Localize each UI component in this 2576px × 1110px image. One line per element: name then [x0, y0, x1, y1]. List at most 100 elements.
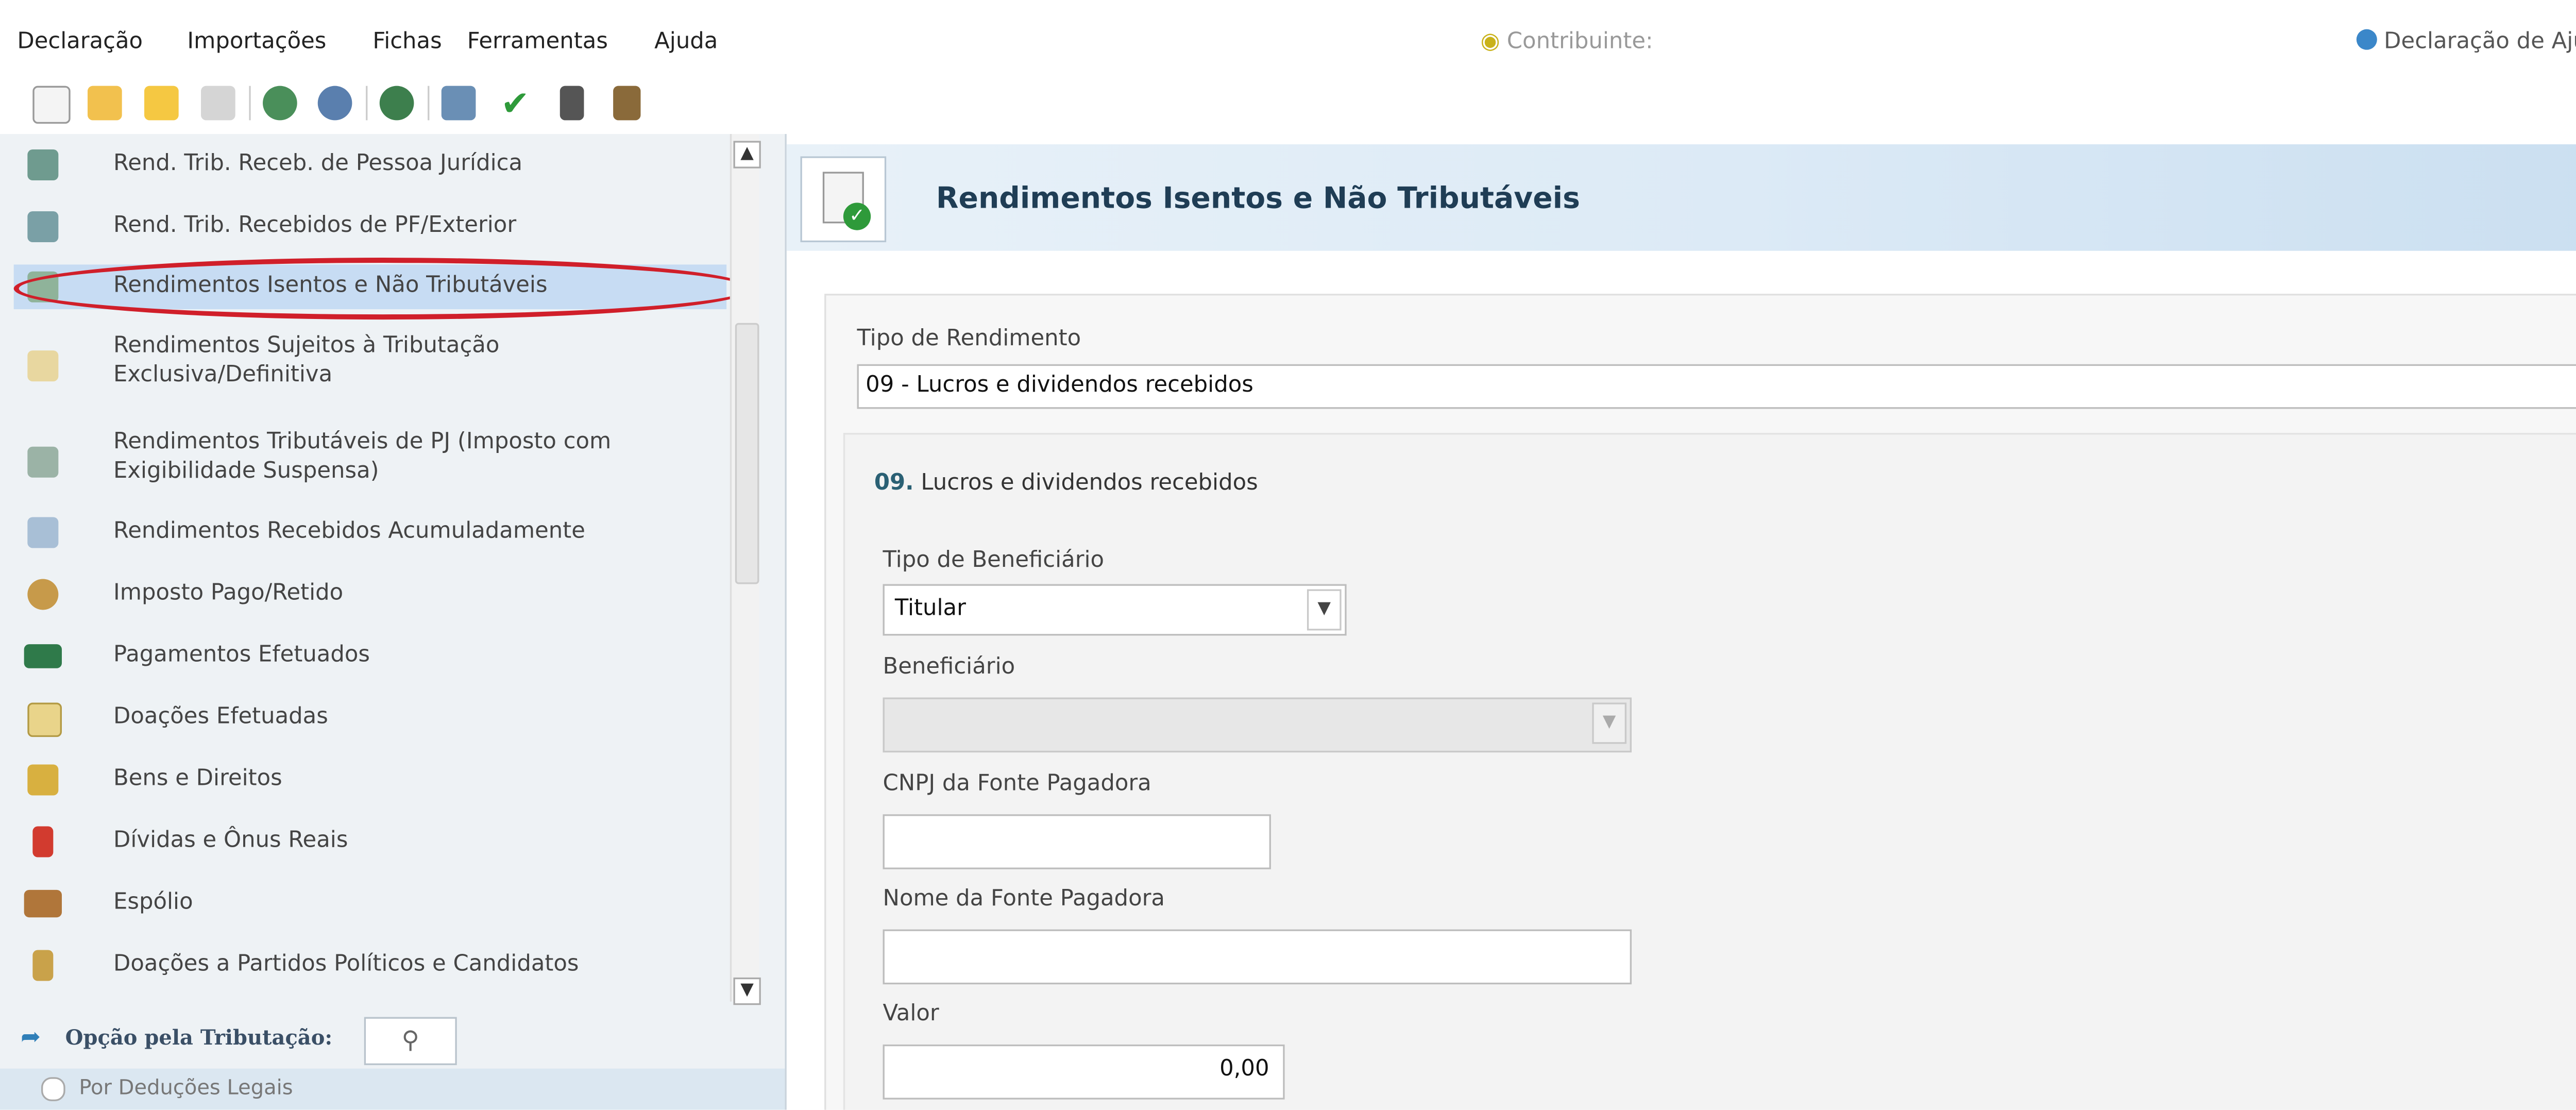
- valor-label: Valor: [883, 1001, 939, 1028]
- tax-option-bar: ➦ Opção pela Tributação: ⚲: [0, 1010, 785, 1069]
- scroll-up-icon[interactable]: ▲: [733, 141, 761, 169]
- search-icon[interactable]: ⚲: [364, 1017, 457, 1065]
- beneficiario-select: ▼: [883, 697, 1632, 753]
- sidebar-item-label: Pagamentos Efetuados: [113, 642, 370, 668]
- sidebar-item-label: Dívidas e Ônus Reais: [113, 828, 348, 854]
- tax-option-item[interactable]: Por Deduções Legais: [0, 1068, 785, 1110]
- contribuinte-label: Contribuinte:: [1506, 29, 1653, 55]
- tipo-rendimento-label: Tipo de Rendimento: [857, 326, 1081, 352]
- sidebar-item-rend-trib-pf[interactable]: Rend. Trib. Recebidos de PF/Exterior: [14, 206, 726, 247]
- menu-importacoes[interactable]: Importações: [187, 29, 326, 55]
- sidebar-item-exclusiva[interactable]: Rendimentos Sujeitos à Tributação Exclus…: [14, 330, 726, 395]
- open-folder-icon[interactable]: [88, 86, 122, 121]
- main-panel: ✓ Rendimentos Isentos e Não Tributáveis …: [786, 134, 2576, 1110]
- sidebar-item-label: Doações Efetuadas: [113, 704, 328, 730]
- valor-field[interactable]: 0,00: [883, 1044, 1285, 1100]
- scroll-thumb[interactable]: [735, 323, 759, 584]
- income-pj-icon: [27, 149, 59, 181]
- declaration-type[interactable]: Declaração de Ajuste: [2356, 29, 2576, 55]
- book-icon[interactable]: [613, 86, 641, 121]
- toolbar-separator: [428, 86, 430, 121]
- accumulated-income-icon: [27, 517, 59, 548]
- trash-icon[interactable]: [201, 86, 235, 121]
- sidebar-item-label: Rendimentos Recebidos Acumuladamente: [113, 518, 585, 545]
- sidebar-item-espolio[interactable]: Espólio: [14, 883, 726, 924]
- print-icon[interactable]: [441, 86, 476, 121]
- page-header: ✓ Rendimentos Isentos e Não Tributáveis: [786, 144, 2576, 251]
- chevron-down-icon: ▼: [1592, 702, 1627, 744]
- section-title-text: Lucros e dividendos recebidos: [913, 470, 1258, 497]
- contribuinte-indicator: ◉ Contribuinte:: [1481, 29, 1653, 55]
- cnpj-field[interactable]: [883, 814, 1271, 869]
- tipo-rendimento-value: 09 - Lucros e dividendos recebidos: [866, 373, 1253, 399]
- donations-icon: [27, 702, 62, 737]
- sidebar-item-rend-trib-pj[interactable]: Rend. Trib. Receb. de Pessoa Jurídica: [14, 144, 726, 186]
- tax-option-value: Por Deduções Legais: [79, 1075, 293, 1100]
- sidebar-item-label: Rendimentos Tributáveis de PJ (Imposto c…: [113, 429, 612, 456]
- sidebar-scrollbar[interactable]: ▲ ▼: [730, 134, 761, 1005]
- tipo-rendimento-select[interactable]: 09 - Lucros e dividendos recebidos ▼: [857, 364, 2576, 409]
- section-title: 09. Lucros e dividendos recebidos: [874, 470, 1258, 496]
- income-pf-icon: [27, 211, 59, 243]
- nome-fonte-field[interactable]: [883, 929, 1632, 985]
- tipo-beneficiario-label: Tipo de Beneficiário: [883, 548, 1105, 574]
- sidebar-item-pagamentos[interactable]: Pagamentos Efetuados: [14, 635, 726, 677]
- sidebar-item-label: Doações a Partidos Políticos e Candidato…: [113, 951, 579, 978]
- folder-icon[interactable]: [144, 86, 179, 121]
- tipo-beneficiario-value: Titular: [894, 596, 966, 622]
- sidebar-item-exigibilidade[interactable]: Rendimentos Tributáveis de PJ (Imposto c…: [14, 426, 726, 492]
- sidebar-item-label: Rendimentos Sujeitos à Tributação: [113, 333, 500, 359]
- sidebar-item-label: Rend. Trib. Receb. de Pessoa Jurídica: [113, 151, 523, 177]
- sidebar-item-label: Espólio: [113, 889, 193, 916]
- assets-icon: [27, 764, 59, 796]
- sidebar-item-label-line2: Exigibilidade Suspensa): [113, 459, 379, 485]
- highlight-annotation: [13, 258, 753, 320]
- menu-declaracao[interactable]: Declaração: [17, 29, 143, 55]
- menu-ajuda[interactable]: Ajuda: [654, 29, 718, 55]
- menu-fichas[interactable]: Fichas: [372, 29, 442, 55]
- calculator-icon[interactable]: [560, 86, 584, 121]
- page-title: Rendimentos Isentos e Não Tributáveis: [936, 182, 1580, 217]
- payments-icon: [24, 644, 62, 668]
- globe-icon[interactable]: [379, 86, 414, 121]
- scroll-down-icon[interactable]: ▼: [733, 977, 761, 1005]
- menu-bar: Declaração Importações Fichas Ferramenta…: [0, 0, 2576, 76]
- sidebar-item-bens[interactable]: Bens e Direitos: [14, 759, 726, 800]
- cnpj-label: CNPJ da Fonte Pagadora: [883, 771, 1151, 797]
- sidebar-item-doacoes[interactable]: Doações Efetuadas: [14, 697, 726, 738]
- menu-ferramentas[interactable]: Ferramentas: [467, 29, 608, 55]
- toolbar: ✔: [0, 76, 2576, 131]
- form-panel: Tipo de Rendimento 09 - Lucros e dividen…: [824, 294, 2576, 1110]
- exclusive-tax-icon: [27, 350, 59, 382]
- tax-option-radio[interactable]: [41, 1077, 65, 1101]
- header-badge: ✓: [800, 156, 887, 243]
- sidebar-item-partidos[interactable]: Doações a Partidos Políticos e Candidato…: [14, 945, 726, 986]
- beneficiario-label: Beneficiário: [883, 654, 1015, 681]
- declaration-type-label: Declaração de Ajuste: [2384, 29, 2576, 55]
- receive-icon[interactable]: [317, 86, 352, 121]
- tax-option-label: Opção pela Tributação:: [65, 1025, 333, 1050]
- sidebar-item-label: Bens e Direitos: [113, 766, 282, 792]
- tipo-beneficiario-select[interactable]: Titular ▼: [883, 584, 1347, 636]
- tax-paid-icon: [27, 579, 59, 610]
- sidebar-item-acumuladamente[interactable]: Rendimentos Recebidos Acumuladamente: [14, 512, 726, 553]
- suspended-tax-icon: [27, 446, 59, 478]
- declaration-icon: [2356, 29, 2377, 50]
- toolbar-separator: [249, 86, 251, 121]
- estate-icon: [24, 889, 62, 918]
- debts-icon: [32, 826, 54, 857]
- transmit-icon[interactable]: [263, 86, 297, 121]
- toolbar-separator: [366, 86, 368, 121]
- sidebar-item-imposto-pago[interactable]: Imposto Pago/Retido: [14, 574, 726, 615]
- form-section: 09. Lucros e dividendos recebidos Tipo d…: [843, 433, 2576, 1110]
- valor-value: 0,00: [1219, 1056, 1269, 1083]
- sidebar-item-dividas[interactable]: Dívidas e Ônus Reais: [14, 821, 726, 863]
- chevron-down-icon[interactable]: ▼: [1307, 589, 1342, 631]
- check-icon[interactable]: ✔: [498, 86, 533, 121]
- user-icon: ◉: [1480, 29, 1500, 55]
- new-doc-icon[interactable]: [32, 86, 71, 124]
- sidebar: Rend. Trib. Receb. de Pessoa Jurídica Re…: [0, 134, 787, 1110]
- political-donations-icon: [32, 950, 54, 981]
- sidebar-item-label: Rend. Trib. Recebidos de PF/Exterior: [113, 213, 517, 239]
- check-circle-icon: ✓: [843, 203, 871, 230]
